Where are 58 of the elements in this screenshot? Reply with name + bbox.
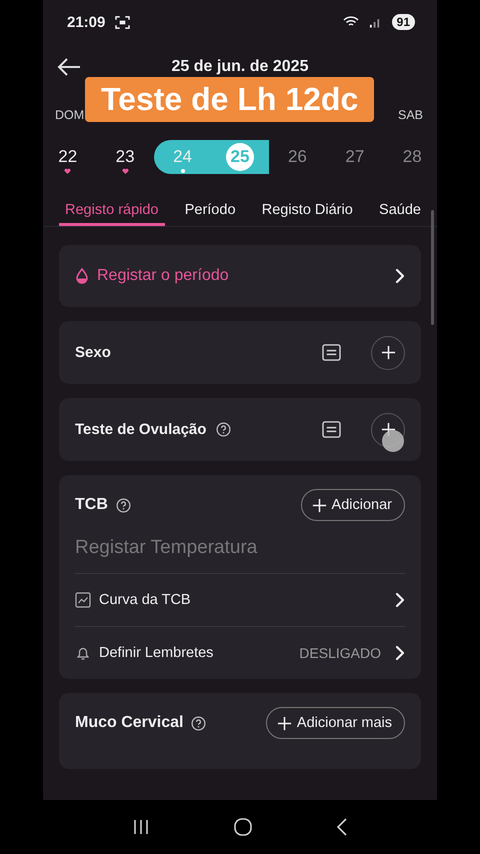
chevron-right-icon xyxy=(395,268,405,284)
tab[interactable]: Saúde xyxy=(373,190,427,226)
day-number: 23 xyxy=(114,146,136,168)
date-cell[interactable]: 26 xyxy=(268,140,326,174)
tab[interactable]: Registo rápido xyxy=(59,190,164,226)
day-number: 25 xyxy=(226,143,254,171)
back-icon[interactable] xyxy=(336,818,348,836)
screenshot-icon xyxy=(115,16,130,28)
card-label: Registar o período xyxy=(97,267,229,285)
drop-icon xyxy=(75,268,89,284)
weekday-label: DOM xyxy=(55,108,84,122)
note-icon[interactable] xyxy=(322,421,341,438)
chart-icon xyxy=(75,592,91,608)
help-icon[interactable] xyxy=(216,422,232,437)
plus-icon xyxy=(312,498,327,512)
help-icon[interactable] xyxy=(116,498,131,512)
row-value: DESLIGADO xyxy=(299,645,381,661)
period-card[interactable]: Registar o período xyxy=(59,245,421,307)
card-label: Sexo xyxy=(75,344,111,361)
tab[interactable]: Registo Diário xyxy=(256,190,359,226)
back-arrow-icon[interactable] xyxy=(57,57,81,77)
day-number: 28 xyxy=(402,146,423,168)
add-button[interactable]: Adicionar xyxy=(300,489,405,521)
wifi-icon xyxy=(342,16,359,28)
help-icon[interactable] xyxy=(191,716,206,730)
bell-icon xyxy=(75,645,91,661)
note-icon[interactable] xyxy=(322,344,341,361)
date-title: 25 de jun. de 2025 xyxy=(172,58,308,75)
temperature-field[interactable]: Registar Temperatura xyxy=(75,521,405,574)
plus-icon xyxy=(276,716,292,730)
day-number: 22 xyxy=(57,146,78,168)
card-label: Teste de Ovulação xyxy=(75,421,206,438)
plus-icon xyxy=(380,345,396,360)
chevron-right-icon xyxy=(395,645,405,661)
home-icon[interactable] xyxy=(234,818,252,836)
date-cell[interactable]: 22 xyxy=(43,140,96,174)
date-cell[interactable]: 27 xyxy=(326,140,384,174)
card-label: Muco Cervical xyxy=(75,714,184,732)
caption-overlay: Teste de Lh 12dc xyxy=(85,77,374,122)
recent-apps-icon[interactable] xyxy=(132,819,150,835)
row-label: Definir Lembretes xyxy=(99,645,214,661)
list-row[interactable]: Definir Lembretes DESLIGADO xyxy=(75,626,405,679)
day-number: 24 xyxy=(172,146,194,168)
signal-icon xyxy=(368,16,382,28)
weekday-label: SAB xyxy=(398,108,423,122)
battery-indicator: 91 xyxy=(392,14,415,30)
list-row[interactable]: Curva da TCB xyxy=(75,574,405,626)
date-cell[interactable]: 23 xyxy=(96,140,154,174)
day-number: 26 xyxy=(286,146,308,168)
row-label: Curva da TCB xyxy=(99,592,191,608)
chevron-right-icon xyxy=(395,592,405,608)
card-label: TCB xyxy=(75,496,108,514)
add-button[interactable]: Adicionar mais xyxy=(266,707,405,739)
date-cell[interactable]: 28 xyxy=(384,140,437,174)
status-time: 21:09 xyxy=(67,14,106,30)
day-number: 27 xyxy=(344,146,366,168)
tab[interactable]: Período xyxy=(178,190,242,226)
add-button[interactable] xyxy=(371,336,405,370)
